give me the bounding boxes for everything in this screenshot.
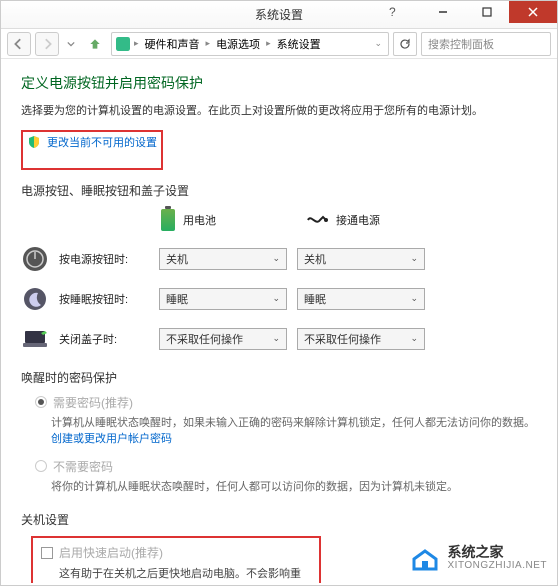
refresh-icon [399,38,411,50]
search-input[interactable]: 搜索控制面板 [421,32,551,56]
arrow-right-icon [41,38,53,50]
fast-startup-checkbox-row: 启用快速启动(推荐) [41,544,313,561]
help-button[interactable]: ? [389,5,409,19]
chevron-right-icon: ▸ [132,38,141,49]
radio-require-password: 需要密码(推荐) [35,394,537,411]
chevron-down-icon[interactable]: ⌄ [372,38,384,49]
radio-label: 不需要密码 [53,458,113,475]
desc-text: 这有助于在关机之后更快地启动电脑。不会影响重启。 [59,568,301,583]
battery-header: 用电池 [161,209,216,231]
breadcrumb-item[interactable]: 硬件和声音 [143,36,202,52]
breadcrumb-item[interactable]: 系统设置 [275,36,323,52]
nav-recent-button[interactable] [63,32,79,56]
watermark-url: XITONGZHIJIA.NET [448,560,548,571]
fast-startup-label: 启用快速启动(推荐) [59,544,163,561]
device-header-row: 用电池 接通电源 [21,209,537,231]
radio-require-desc: 计算机从睡眠状态唤醒时，如果未输入正确的密码来解除计算机锁定，任何人都无法访问你… [51,415,537,448]
ac-label: 接通电源 [336,212,380,228]
watermark-name: 系统之家 [448,545,548,560]
nav-back-button[interactable] [7,32,31,56]
lid-close-row: 关闭盖子时: 不采取任何操作 ⌄ 不采取任何操作 ⌄ [21,325,537,353]
settings-window: 系统设置 ? ▸ 硬件和声音 [0,0,558,586]
moon-icon [21,285,49,313]
shield-icon [27,135,41,149]
arrow-up-icon [88,37,102,51]
refresh-button[interactable] [393,32,417,56]
minimize-button[interactable] [421,1,465,23]
chevron-right-icon: ▸ [264,38,273,49]
titlebar: 系统设置 ? [1,1,557,29]
chevron-down-icon: ⌄ [410,293,418,304]
chevron-down-icon [67,40,75,48]
chevron-down-icon: ⌄ [410,333,418,344]
combo-value: 不采取任何操作 [304,331,381,347]
radio-label: 需要密码(推荐) [53,394,133,411]
window-title: 系统设置 [255,6,303,23]
page-intro: 选择要为您的计算机设置的电源设置。在此页上对设置所做的更改将应用于您所有的电源计… [21,103,537,120]
minimize-icon [438,7,448,17]
arrow-left-icon [13,38,25,50]
battery-icon [161,209,175,231]
content-area: 定义电源按钮并启用密码保护 选择要为您的计算机设置的电源设置。在此页上对设置所做… [1,59,557,583]
radio-icon [35,460,47,472]
close-button[interactable] [509,1,557,23]
power-button-row: 按电源按钮时: 关机 ⌄ 关机 ⌄ [21,245,537,273]
chevron-down-icon: ⌄ [272,293,280,304]
maximize-icon [482,7,492,17]
close-icon [528,7,538,17]
watermark: 系统之家 XITONGZHIJIA.NET [408,541,548,575]
combo-value: 关机 [304,251,326,267]
annotation-box: 更改当前不可用的设置 [21,130,163,170]
power-icon [21,245,49,273]
power-ac-combo[interactable]: 关机 ⌄ [297,248,425,270]
combo-value: 睡眠 [166,291,188,307]
sleep-button-row: 按睡眠按钮时: 睡眠 ⌄ 睡眠 ⌄ [21,285,537,313]
desc-text: 计算机从睡眠状态唤醒时，如果未输入正确的密码来解除计算机锁定，任何人都无法访问你… [51,417,535,429]
radio-no-password: 不需要密码 [35,458,537,475]
lid-label: 关闭盖子时: [59,331,149,347]
ac-header: 接通电源 [306,212,380,228]
shutdown-section-head: 关机设置 [21,511,537,528]
plug-icon [306,213,328,227]
checkbox-icon [41,547,53,559]
power-battery-combo[interactable]: 关机 ⌄ [159,248,287,270]
battery-label: 用电池 [183,212,216,228]
control-panel-icon [116,37,130,51]
fast-startup-desc: 这有助于在关机之后更快地启动电脑。不会影响重启。 了解更多信息 [59,565,313,583]
navbar: ▸ 硬件和声音 ▸ 电源选项 ▸ 系统设置 ⌄ 搜索控制面板 [1,29,557,59]
annotation-box-2: 启用快速启动(推荐) 这有助于在关机之后更快地启动电脑。不会影响重启。 了解更多… [31,536,321,583]
breadcrumb-item[interactable]: 电源选项 [214,36,262,52]
radio-icon [35,396,47,408]
breadcrumb[interactable]: ▸ 硬件和声音 ▸ 电源选项 ▸ 系统设置 ⌄ [111,32,389,56]
page-title: 定义电源按钮并启用密码保护 [21,73,537,93]
maximize-button[interactable] [465,1,509,23]
chevron-down-icon: ⌄ [410,253,418,264]
change-unavailable-label: 更改当前不可用的设置 [47,134,157,150]
lid-battery-combo[interactable]: 不采取任何操作 ⌄ [159,328,287,350]
nav-forward-button[interactable] [35,32,59,56]
buttons-section-head: 电源按钮、睡眠按钮和盖子设置 [21,182,537,199]
combo-value: 睡眠 [304,291,326,307]
combo-value: 不采取任何操作 [166,331,243,347]
lid-ac-combo[interactable]: 不采取任何操作 ⌄ [297,328,425,350]
chevron-right-icon: ▸ [204,38,213,49]
sleep-label: 按睡眠按钮时: [59,291,149,307]
password-section-head: 唤醒时的密码保护 [21,369,537,386]
change-password-link[interactable]: 创建或更改用户帐户密码 [51,433,172,445]
sleep-battery-combo[interactable]: 睡眠 ⌄ [159,288,287,310]
laptop-icon [21,325,49,353]
combo-value: 关机 [166,251,188,267]
chevron-down-icon: ⌄ [272,333,280,344]
window-controls [421,1,557,23]
change-unavailable-link[interactable]: 更改当前不可用的设置 [27,134,157,150]
chevron-down-icon: ⌄ [272,253,280,264]
sleep-ac-combo[interactable]: 睡眠 ⌄ [297,288,425,310]
watermark-logo-icon [408,541,442,575]
nav-up-button[interactable] [83,32,107,56]
power-label: 按电源按钮时: [59,251,149,267]
search-placeholder: 搜索控制面板 [428,36,494,52]
radio-no-desc: 将你的计算机从睡眠状态唤醒时，任何人都可以访问你的数据，因为计算机未锁定。 [51,479,537,496]
